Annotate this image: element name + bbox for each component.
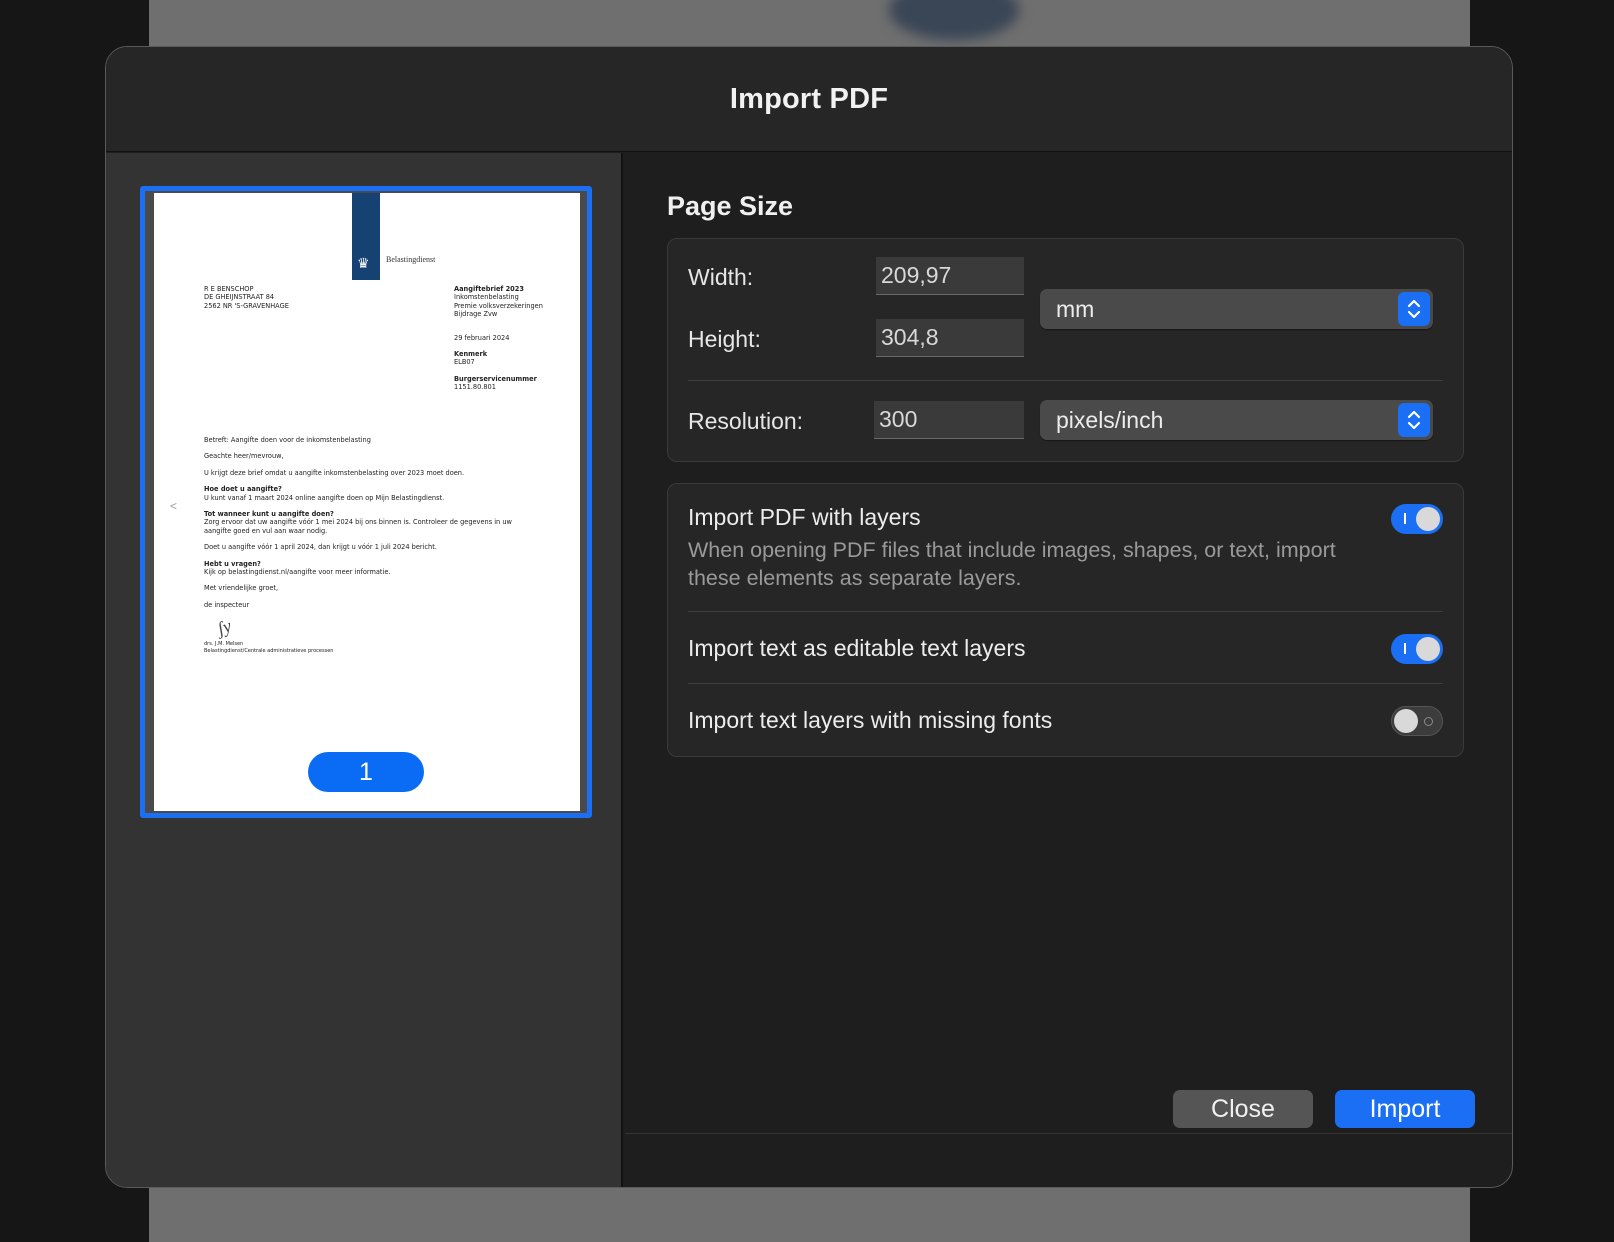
height-label: Height: [688, 326, 761, 352]
close-button[interactable]: Close [1173, 1090, 1313, 1128]
missing-fonts-toggle[interactable] [1391, 706, 1443, 736]
resolution-unit-select[interactable]: pixels/inch [1040, 400, 1433, 440]
import-button[interactable]: Import [1335, 1090, 1475, 1128]
group-divider [688, 380, 1443, 381]
import-layers-toggle[interactable] [1391, 504, 1443, 534]
pdf-page-preview: ♛ Belastingdienst R E BENSCHOP DE GHEIJN… [154, 193, 580, 811]
width-label: Width: [688, 264, 754, 290]
background-image [889, 0, 1019, 40]
crest-icon: ♛ [357, 255, 370, 271]
toggle-knob [1416, 637, 1440, 661]
toggle-knob [1416, 507, 1440, 531]
page-number-badge: 1 [308, 752, 424, 792]
import-layers-description: When opening PDF files that include imag… [688, 538, 1336, 590]
signature-caption: drs. J.M. Melsen Belastingdienst/Central… [204, 641, 334, 654]
import-layers-label: Import PDF with layers [688, 504, 921, 530]
toggle-on-mark [1404, 643, 1406, 654]
letter-info: Aangiftebrief 2023 Inkomstenbelasting Pr… [454, 285, 543, 392]
page-size-group: Width: 209,97 Height: 304,8 mm Resolutio… [667, 238, 1464, 462]
unit-select[interactable]: mm [1040, 289, 1433, 329]
resolution-label: Resolution: [688, 408, 804, 434]
dialog-title: Import PDF [729, 82, 889, 115]
letter-body: Betreft: Aangifte doen voor de inkomsten… [204, 436, 512, 609]
logo-text: Belastingdienst [386, 255, 436, 264]
settings-pane: Page Size Width: 209,97 Height: 304,8 mm… [625, 153, 1512, 1187]
page-thumbnail[interactable]: ♛ Belastingdienst R E BENSCHOP DE GHEIJN… [140, 186, 592, 818]
recipient-address: R E BENSCHOP DE GHEIJNSTRAAT 84 2562 NR … [204, 285, 289, 310]
resolution-unit-value: pixels/inch [1056, 406, 1164, 433]
resolution-field[interactable]: 300 [874, 401, 1024, 439]
page-size-heading: Page Size [667, 191, 794, 221]
chevron-updown-icon [1398, 403, 1430, 437]
import-pdf-dialog: Import PDF ♛ Belastingdienst R E BENSCHO… [105, 46, 1513, 1188]
height-field[interactable]: 304,8 [876, 319, 1024, 357]
width-field[interactable]: 209,97 [876, 257, 1024, 295]
editable-text-label: Import text as editable text layers [688, 635, 1026, 661]
options-divider [688, 611, 1443, 612]
toggle-off-mark [1424, 717, 1433, 726]
footer-divider [625, 1133, 1512, 1134]
page-preview-pane: ♛ Belastingdienst R E BENSCHOP DE GHEIJN… [106, 153, 623, 1187]
options-divider [688, 683, 1443, 684]
import-options-group: Import PDF with layers When opening PDF … [667, 483, 1464, 757]
editable-text-toggle[interactable] [1391, 634, 1443, 664]
unit-select-value: mm [1056, 295, 1095, 322]
signature: ʃy [214, 615, 235, 639]
toggle-on-mark [1404, 513, 1406, 524]
title-bar: Import PDF [106, 47, 1512, 152]
chevron-updown-icon [1398, 292, 1430, 326]
missing-fonts-label: Import text layers with missing fonts [688, 707, 1053, 733]
chevron-left-icon: < [170, 499, 178, 513]
toggle-knob [1394, 709, 1418, 733]
